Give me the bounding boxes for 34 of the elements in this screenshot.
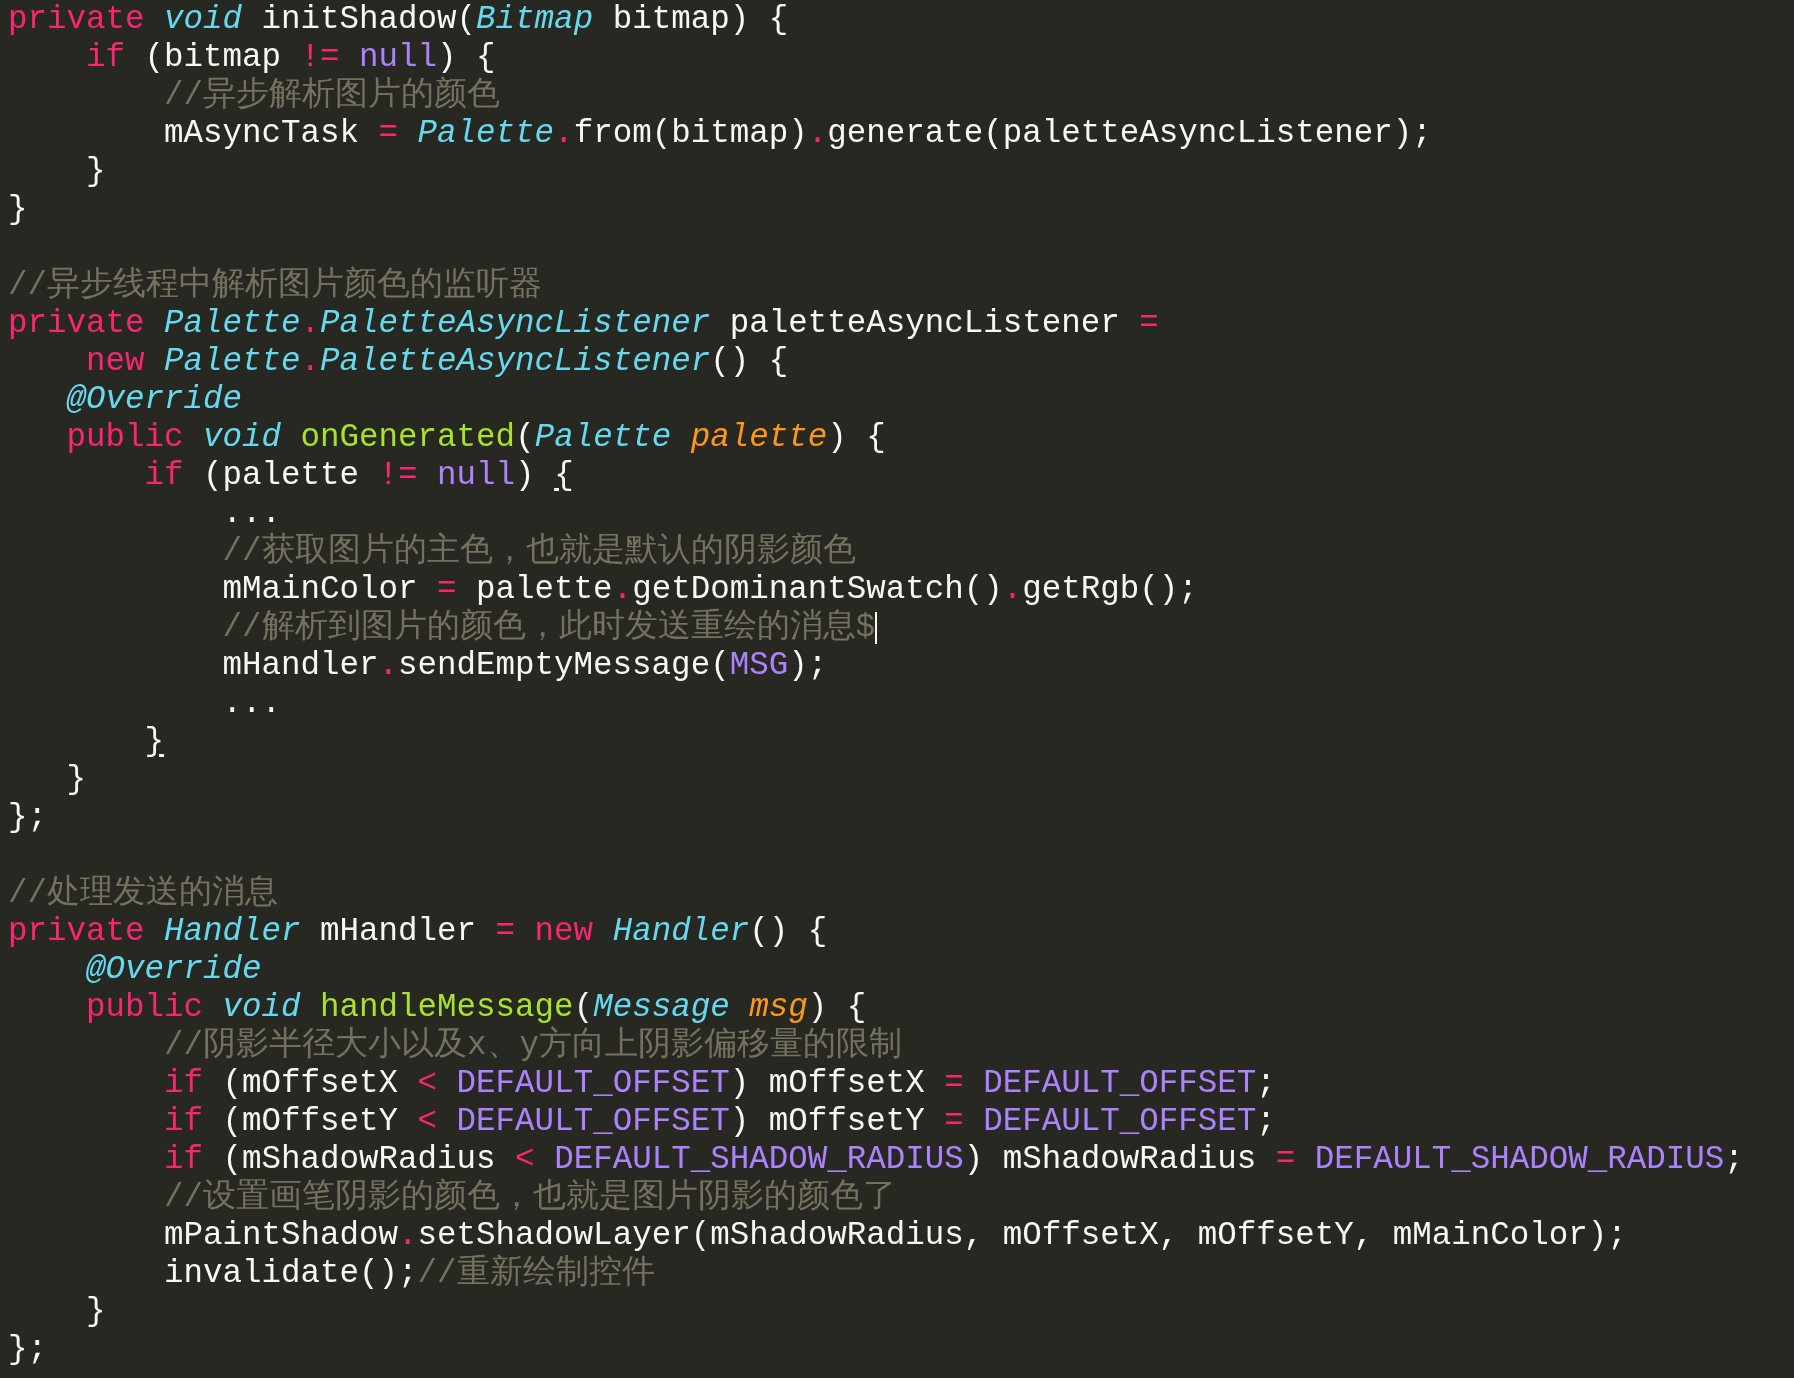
code-line: }; bbox=[8, 1331, 47, 1369]
code-line: new Palette.PaletteAsyncListener() { bbox=[85, 343, 789, 381]
code-line: //异步解析图片的颜色 bbox=[163, 77, 501, 115]
code-line: } bbox=[65, 761, 86, 799]
code-line: private void initShadow(Bitmap bitmap) { bbox=[8, 1, 789, 39]
code-line: } bbox=[8, 191, 28, 229]
code-line: //设置画笔阴影的颜色，也就是图片阴影的颜色了 bbox=[163, 1179, 897, 1217]
code-line: //阴影半径大小以及x、y方向上阴影偏移量的限制 bbox=[163, 1027, 903, 1065]
code-line: public void onGenerated(Palette palette) { bbox=[65, 419, 886, 457]
code-line: @Override bbox=[85, 951, 262, 989]
code-line: }; bbox=[8, 799, 47, 837]
code-line: ... bbox=[221, 685, 282, 723]
code-line: mMainColor = palette.getDominantSwatch().getRgb(); bbox=[221, 571, 1198, 608]
code-line: } bbox=[143, 723, 165, 761]
code-line: private Palette.PaletteAsyncListener paletteAsyncListener = bbox=[8, 305, 1159, 343]
code-line: } bbox=[85, 153, 106, 191]
code-line: //处理发送的消息 bbox=[8, 875, 278, 913]
code-line: ... bbox=[221, 495, 282, 532]
code-line: mAsyncTask = Palette.from(bitmap).generate(paletteAsyncListener); bbox=[163, 115, 1432, 153]
code-line: //获取图片的主色，也就是默认的阴影颜色 bbox=[221, 533, 856, 571]
code-line: if (palette != null) { bbox=[143, 457, 574, 495]
code-line: private Handler mHandler = new Handler() { bbox=[8, 913, 828, 951]
code-line: mPaintShadow.setShadowLayer(mShadowRadius, mOffsetX, mOffsetY, mMainColor); bbox=[163, 1217, 1627, 1254]
code-line: mHandler.sendEmptyMessage(MSG); bbox=[221, 647, 828, 685]
code-line: @Override bbox=[65, 381, 243, 419]
code-line: invalidate();//重新绘制控件 bbox=[163, 1255, 655, 1293]
code-line: //解析到图片的颜色，此时发送重绘的消息$ bbox=[221, 609, 876, 647]
code-line: if (mOffsetX < DEFAULT_OFFSET) mOffsetX = DEFAULT_OFFSET; bbox=[163, 1065, 1276, 1103]
code-line: public void handleMessage(Message msg) { bbox=[85, 989, 867, 1026]
code-line: if (bitmap != null) { bbox=[85, 39, 496, 76]
code-line: if (mOffsetY < DEFAULT_OFFSET) mOffsetY = DEFAULT_OFFSET; bbox=[163, 1103, 1276, 1141]
code-line: //异步线程中解析图片颜色的监听器 bbox=[8, 267, 542, 305]
code-line: if (mShadowRadius < DEFAULT_SHADOW_RADIUS) mShadowRadius = DEFAULT_SHADOW_RADIUS; bbox=[163, 1141, 1744, 1178]
code-line: } bbox=[85, 1293, 106, 1331]
